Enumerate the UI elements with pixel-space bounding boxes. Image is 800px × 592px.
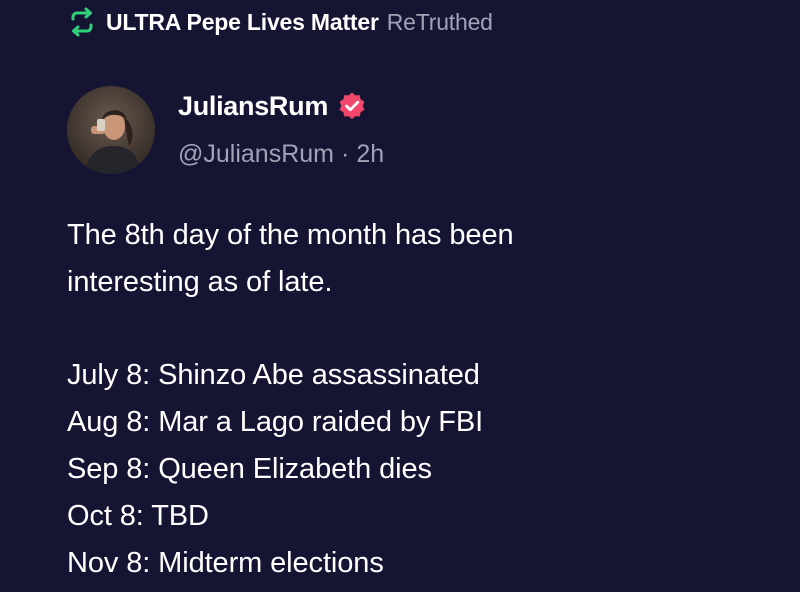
retruth-header: ULTRA Pepe Lives Matter ReTruthed	[66, 6, 493, 38]
meta-separator: ·	[340, 139, 350, 168]
post-timestamp[interactable]: 2h	[356, 140, 384, 169]
author-handle[interactable]: @JuliansRum	[178, 140, 334, 169]
post-list-line: July 8: Shinzo Abe assassinated	[67, 359, 480, 391]
author-avatar[interactable]	[67, 86, 155, 174]
verified-badge-icon	[337, 91, 367, 121]
post-list-line: Nov 8: Midterm elections	[67, 547, 384, 579]
post-text-line: interesting as of late.	[67, 266, 333, 298]
retruth-icon	[66, 6, 98, 38]
retruth-username-link[interactable]: ULTRA Pepe Lives Matter	[106, 9, 379, 36]
post-list-line: Oct 8: TBD	[67, 500, 209, 532]
retruth-label: ReTruthed	[386, 8, 493, 35]
post-body: The 8th day of the month has been intere…	[67, 212, 777, 587]
post-text-line: The 8th day of the month has been	[67, 219, 514, 251]
author-display-name[interactable]: JuliansRum	[178, 91, 328, 122]
post-list-line: Sep 8: Queen Elizabeth dies	[67, 453, 432, 485]
post-meta: @JuliansRum · 2h	[178, 136, 384, 172]
post-list-line: Aug 8: Mar a Lago raided by FBI	[67, 406, 484, 438]
author-name-row: JuliansRum	[178, 86, 367, 126]
